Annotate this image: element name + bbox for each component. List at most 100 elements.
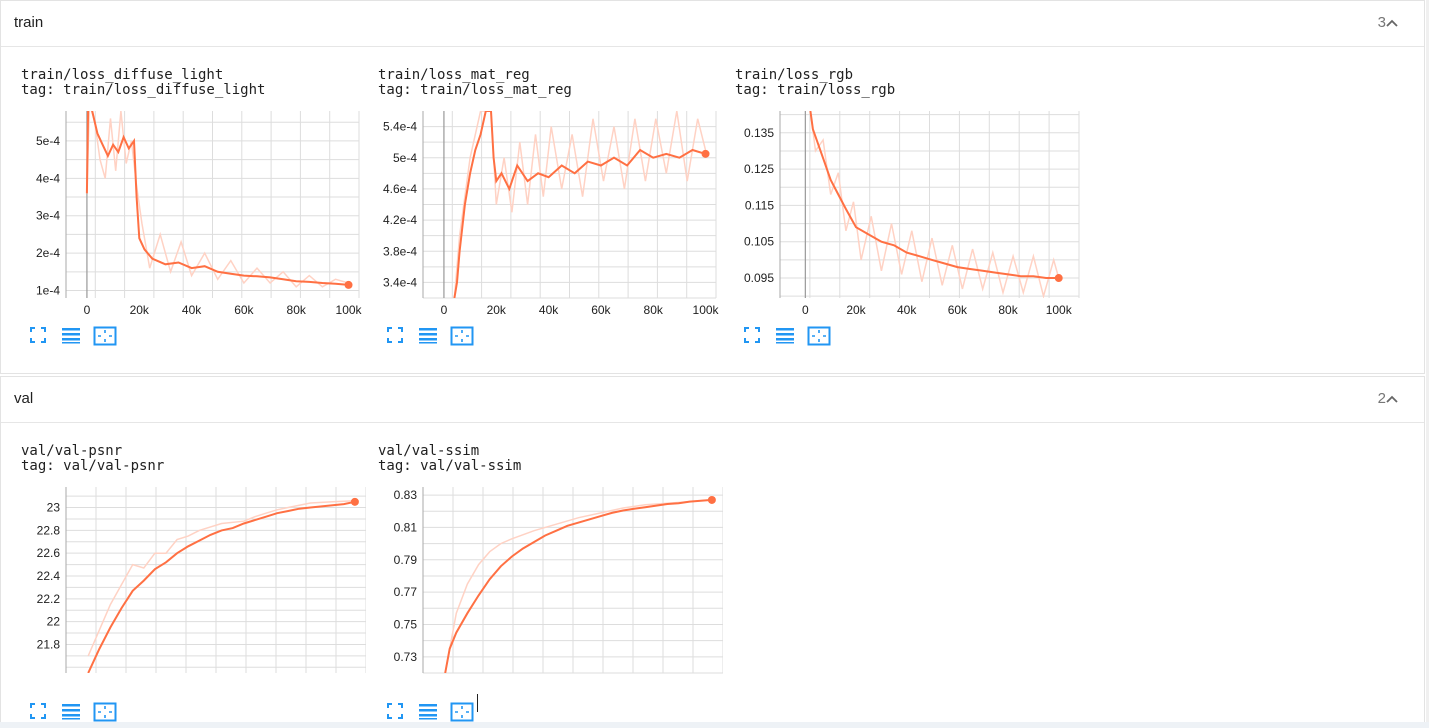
plot-area (444, 498, 712, 673)
y-tick-label: 21.8 (37, 637, 61, 651)
x-tick-label: 60k (591, 303, 611, 317)
toggle-lines-icon[interactable] (418, 326, 438, 344)
last-point-marker (344, 280, 353, 289)
card-toolbar (386, 326, 486, 348)
y-tick-label: 3.4e-4 (383, 275, 417, 289)
x-tick-label: 80k (644, 303, 664, 317)
card-title: train/loss_diffuse_light (21, 67, 224, 83)
collapse-caret-icon[interactable] (1384, 391, 1400, 407)
y-tick-label: 4e-4 (36, 171, 60, 185)
last-point-marker (701, 149, 710, 158)
card-tag: tag: val/val-ssim (378, 458, 522, 474)
last-point-marker (1054, 274, 1063, 283)
y-tick-label: 22.4 (37, 569, 61, 583)
raw-series-line (86, 111, 349, 288)
fullscreen-icon[interactable] (743, 326, 761, 344)
x-tick-label: 0 (84, 303, 91, 317)
section-title: val (14, 390, 34, 407)
y-tick-label: 2e-4 (36, 246, 60, 260)
y-tick-label: 5e-4 (36, 134, 60, 148)
fullscreen-icon[interactable] (386, 702, 404, 720)
y-tick-label: 0.095 (744, 271, 774, 285)
chart-card-loss-mat-reg: train/loss_mat_reg tag: train/loss_mat_r… (378, 68, 723, 358)
section-header-train[interactable]: train 3 (1, 1, 1424, 47)
text-cursor (477, 694, 478, 712)
y-tick-label: 22.8 (37, 523, 61, 537)
toggle-lines-icon[interactable] (418, 702, 438, 720)
smoothed-series-line (444, 498, 712, 673)
card-title: train/loss_rgb (735, 67, 854, 83)
x-tick-label: 20k (130, 303, 150, 317)
y-tick-label: 22 (47, 615, 61, 629)
card-tag: tag: val/val-psnr (21, 458, 165, 474)
y-tick-label: 1e-4 (36, 284, 60, 298)
fit-domain-icon[interactable] (807, 326, 831, 346)
x-tick-label: 80k (287, 303, 307, 317)
y-tick-label: 0.125 (744, 162, 774, 176)
y-tick-label: 23 (47, 501, 61, 515)
fullscreen-icon[interactable] (29, 702, 47, 720)
fit-domain-icon[interactable] (93, 702, 117, 722)
y-tick-label: 3e-4 (36, 209, 60, 223)
toggle-lines-icon[interactable] (61, 702, 81, 720)
section-train: train 3 train/loss_diffuse_light tag: tr… (0, 0, 1425, 374)
x-tick-label: 60k (948, 303, 968, 317)
section-header-val[interactable]: val 2 (1, 377, 1424, 423)
x-tick-label: 20k (846, 303, 866, 317)
x-tick-label: 20k (487, 303, 507, 317)
raw-series-line (809, 111, 1060, 298)
fullscreen-icon[interactable] (386, 326, 404, 344)
x-tick-label: 40k (539, 303, 559, 317)
y-tick-label: 0.73 (394, 650, 418, 664)
chart-card-loss-diffuse-light: train/loss_diffuse_light tag: train/loss… (21, 68, 366, 358)
x-tick-label: 100k (1046, 303, 1073, 317)
line-chart[interactable]: 1e-4 2e-4 3e-4 4e-4 5e-4 0 20k 40k 60k 80k 100k (21, 106, 366, 326)
line-chart[interactable]: 3.4e-4 3.8e-4 4.2e-4 4.6e-4 5e-4 5.4e-4 0 20k 40… (378, 106, 723, 326)
y-tick-label: 0.135 (744, 126, 774, 140)
card-tag: tag: train/loss_rgb (735, 82, 896, 98)
card-toolbar (29, 326, 129, 348)
chart-card-val-ssim: val/val-ssim tag: val/val-ssim 0.73 0.75 0… (378, 444, 723, 724)
plot-area (809, 111, 1060, 298)
x-tick-label: 40k (897, 303, 917, 317)
fullscreen-icon[interactable] (29, 326, 47, 344)
y-tick-label: 4.2e-4 (383, 213, 417, 227)
section-val: val 2 val/val-psnr tag: val/val-psnr 21.… (0, 376, 1425, 728)
card-toolbar (29, 702, 129, 724)
collapse-caret-icon[interactable] (1384, 15, 1400, 31)
plot-area (87, 499, 356, 673)
card-title: train/loss_mat_reg (378, 67, 530, 83)
x-tick-label: 100k (336, 303, 363, 317)
x-tick-label: 0 (441, 303, 448, 317)
y-tick-label: 5.4e-4 (383, 120, 417, 134)
card-toolbar (386, 702, 486, 724)
card-tag: tag: train/loss_diffuse_light (21, 82, 266, 98)
chart-card-loss-rgb: train/loss_rgb tag: train/loss_rgb 0.095… (735, 68, 1080, 358)
toggle-lines-icon[interactable] (61, 326, 81, 344)
x-tick-label: 60k (234, 303, 254, 317)
plot-area (85, 111, 349, 288)
card-title: val/val-psnr (21, 443, 123, 459)
fit-domain-icon[interactable] (450, 702, 474, 722)
line-chart[interactable]: 0.73 0.75 0.77 0.79 0.81 0.83 (378, 482, 723, 682)
y-tick-label: 4.6e-4 (383, 182, 417, 196)
last-point-marker (707, 495, 716, 504)
y-tick-label: 22.6 (37, 546, 61, 560)
card-tag: tag: train/loss_mat_reg (378, 82, 572, 98)
fit-domain-icon[interactable] (93, 326, 117, 346)
card-toolbar (743, 326, 843, 348)
fit-domain-icon[interactable] (450, 326, 474, 346)
y-tick-label: 0.75 (394, 617, 418, 631)
x-tick-label: 0 (802, 303, 809, 317)
toggle-lines-icon[interactable] (775, 326, 795, 344)
y-tick-label: 0.83 (394, 488, 418, 502)
y-tick-label: 0.115 (745, 198, 774, 212)
last-point-marker (350, 497, 359, 506)
line-chart[interactable]: 0.095 0.105 0.115 0.125 0.135 0 20k 40k 60k 80k 10… (735, 106, 1080, 326)
x-tick-label: 100k (693, 303, 720, 317)
x-tick-label: 80k (998, 303, 1018, 317)
y-tick-label: 22.2 (37, 592, 61, 606)
line-chart[interactable]: 21.8 22 22.2 22.4 22.6 22.8 23 (21, 482, 366, 682)
section-title: train (14, 14, 44, 31)
y-tick-label: 0.79 (394, 553, 418, 567)
